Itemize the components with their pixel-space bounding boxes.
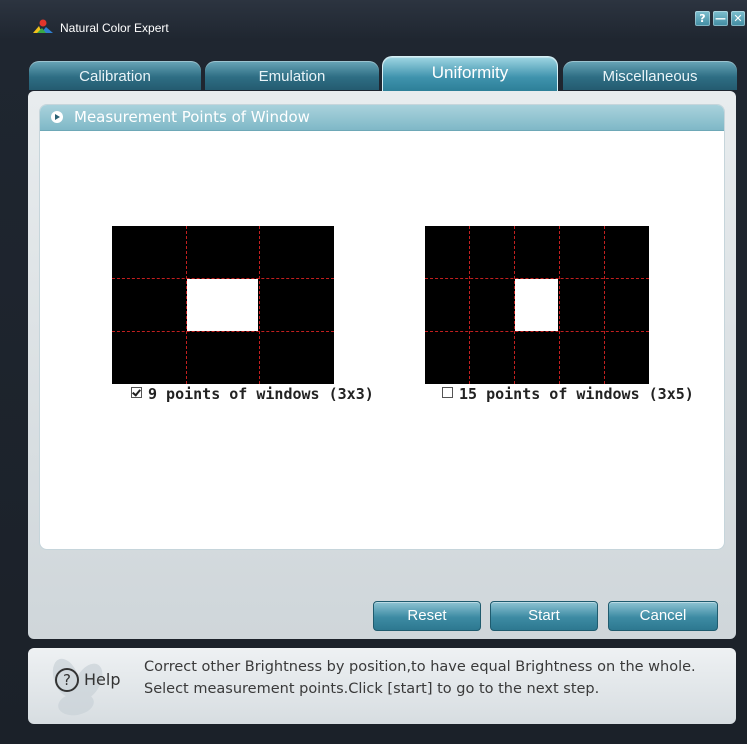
app-logo-icon — [33, 19, 53, 33]
help-icon[interactable]: ? — [55, 668, 79, 692]
option-9-points-label: 9 points of windows (3x3) — [148, 385, 374, 403]
tab-calibration[interactable]: Calibration — [29, 61, 201, 90]
option-15-points-label: 15 points of windows (3x5) — [459, 385, 694, 403]
grid-3x5-preview[interactable] — [425, 226, 649, 384]
option-9-points[interactable]: 9 points of windows (3x3) — [131, 385, 374, 403]
tab-miscellaneous[interactable]: Miscellaneous — [563, 61, 737, 90]
grid-line — [425, 331, 649, 332]
reset-button[interactable]: Reset — [373, 601, 481, 631]
help-bar: ? Help Correct other Brightness by posit… — [28, 648, 736, 724]
grid-line — [112, 331, 334, 332]
tab-uniformity[interactable]: Uniformity — [382, 56, 558, 91]
section-title: Measurement Points of Window — [74, 108, 310, 126]
help-description: Correct other Brightness by position,to … — [144, 659, 696, 697]
tab-emulation[interactable]: Emulation — [205, 61, 379, 90]
grid-line — [112, 278, 334, 279]
arrow-circle-icon — [51, 111, 63, 123]
grid-line — [425, 278, 649, 279]
tab-bar: Calibration Emulation Uniformity Miscell… — [0, 56, 747, 91]
app-title: Natural Color Expert — [60, 21, 169, 35]
minimize-button[interactable]: — — [713, 11, 728, 26]
checkbox-15-points[interactable] — [442, 387, 453, 398]
title-bar: Natural Color Expert ? — ✕ — [0, 0, 747, 56]
help-window-button[interactable]: ? — [695, 11, 710, 26]
cancel-button[interactable]: Cancel — [608, 601, 718, 631]
grid-3x3-preview[interactable] — [112, 226, 334, 384]
grid-line — [604, 226, 605, 384]
highlighted-cell — [187, 279, 258, 331]
checkbox-9-points[interactable] — [131, 387, 142, 398]
measurement-section: Measurement Points of Window 9 points of… — [39, 104, 725, 550]
highlighted-cell — [515, 279, 558, 331]
flower-watermark-icon — [52, 658, 103, 716]
grid-line — [259, 226, 260, 384]
section-header: Measurement Points of Window — [40, 105, 724, 131]
start-button[interactable]: Start — [490, 601, 598, 631]
help-label[interactable]: Help — [84, 670, 120, 689]
app-window: Natural Color Expert ? — ✕ Calibration E… — [0, 0, 747, 744]
close-button[interactable]: ✕ — [731, 11, 745, 26]
grid-line — [514, 226, 515, 384]
uniformity-panel: Measurement Points of Window 9 points of… — [28, 91, 736, 639]
grid-line — [186, 226, 187, 384]
grid-line — [559, 226, 560, 384]
option-15-points[interactable]: 15 points of windows (3x5) — [442, 385, 694, 403]
grid-line — [469, 226, 470, 384]
